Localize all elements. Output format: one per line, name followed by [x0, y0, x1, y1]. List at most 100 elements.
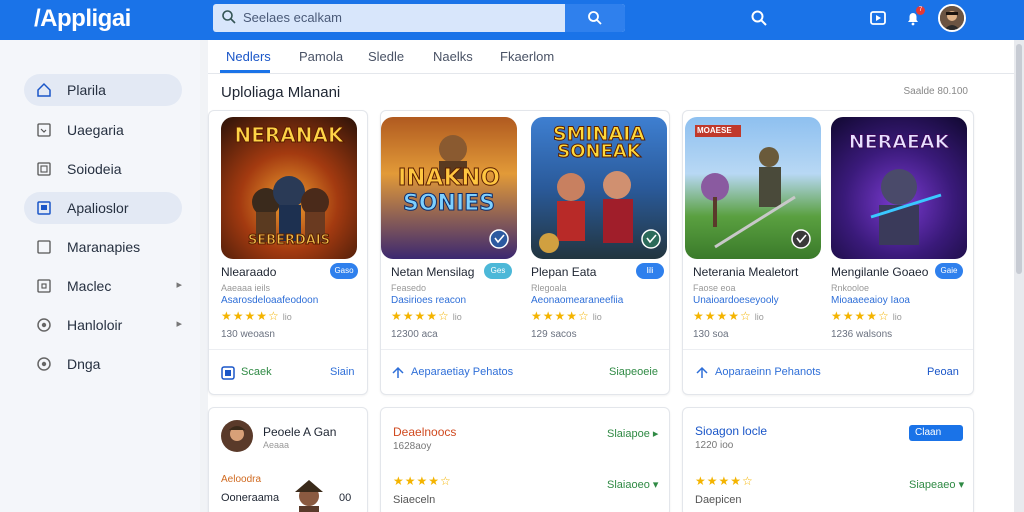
circle-icon — [37, 318, 51, 332]
tab-fkaerlom[interactable]: Fkaerlom — [500, 49, 554, 64]
search-bar[interactable]: Seelaes ecalkam — [213, 4, 625, 32]
tab-bar: Nedlers Pamola Sledle Naelks Fkaerlom — [208, 40, 1014, 74]
tab-naelks[interactable]: Naelks — [433, 49, 473, 64]
app-subtitle: Mioaaeeaioy Iaoa — [831, 295, 910, 306]
sidebar-item-uaegaria[interactable]: Uaegaria — [24, 114, 182, 146]
install-pill[interactable]: Gaie — [935, 263, 963, 279]
share-icon[interactable] — [391, 366, 405, 380]
list-card-tag-secondary[interactable]: Siapeaeo ▾ — [909, 478, 964, 491]
tab-pamola[interactable]: Pamola — [299, 49, 343, 64]
action-right[interactable]: Siain — [330, 366, 354, 378]
app-subtitle: Unaioardoeseyooly — [693, 295, 779, 306]
chevron-right-icon[interactable]: ▸ — [176, 278, 182, 291]
chevron-down-icon: ▾ — [958, 479, 965, 491]
sidebar-item-soiodeia[interactable]: Soiodeia — [24, 153, 182, 185]
search-button[interactable] — [565, 4, 625, 32]
sidebar-item-dnga[interactable]: Dnga — [24, 348, 182, 380]
notification-badge: 7 — [916, 6, 925, 15]
art-subtitle: SONIES — [402, 191, 496, 217]
share-icon[interactable] — [695, 366, 709, 380]
tag-label: Siapeaeo — [909, 479, 956, 491]
card-divider — [209, 349, 367, 350]
sidebar-item-label: Maclec — [67, 278, 112, 294]
install-pill[interactable]: Ges — [484, 263, 512, 279]
list-card-line: Siaeceln — [393, 494, 436, 506]
list-card-line: Daepicen — [695, 494, 742, 506]
app-artwork[interactable]: NERAEAK — [831, 117, 967, 259]
scrollbar-thumb[interactable] — [1016, 44, 1022, 274]
list-card-tag-secondary[interactable]: Slaiaoeo ▾ — [607, 478, 658, 491]
list-card-button[interactable]: Claan — [909, 425, 963, 441]
list-card-line: Ooneraama — [221, 492, 280, 504]
square-icon — [37, 240, 51, 254]
app-name[interactable]: Plepan Eata — [531, 265, 596, 279]
search-icon — [222, 10, 236, 24]
tab-nedlers[interactable]: Nedlers — [226, 49, 271, 64]
app-artwork[interactable]: NERANAK SEBERDAIS — [221, 117, 357, 259]
sidebar-item-maclec[interactable]: Maclec ▸ — [24, 270, 182, 302]
app-name[interactable]: Mengilanle Goaeo — [831, 265, 928, 279]
sidebar-item-label: Soiodeia — [67, 161, 122, 177]
app-logo[interactable]: /Appligai — [34, 5, 131, 33]
active-tab-indicator — [220, 70, 270, 73]
search-icon — [588, 11, 602, 25]
list-card-subtitle: 1220 ioo — [695, 440, 734, 451]
rating-count: lio — [892, 312, 902, 322]
tag-label: Slaiaoeo — [607, 479, 650, 491]
media-icon[interactable] — [869, 9, 887, 27]
card-divider — [683, 349, 973, 350]
app-name[interactable]: Netan Mensilag — [391, 265, 474, 279]
chevron-right-icon[interactable]: ▸ — [176, 317, 182, 330]
star-rating: ★★★★☆ — [695, 474, 754, 488]
install-pill[interactable]: Gaso — [330, 263, 358, 279]
action-left[interactable]: Scaek — [241, 366, 272, 378]
list-card[interactable]: Peoele A Gan Aeaaa Aeloodra Ooneraama 00 — [208, 407, 368, 512]
chevron-down-icon: ▾ — [652, 479, 659, 491]
game-art-icon — [695, 125, 811, 249]
user-portrait-icon — [940, 6, 964, 30]
app-artwork[interactable]: MOAESE — [685, 117, 821, 259]
app-icon — [37, 201, 51, 215]
install-pill[interactable]: lili — [636, 263, 664, 279]
star-rating: ★★★★☆ lio — [391, 309, 462, 323]
rating-count: lio — [452, 312, 462, 322]
action-left[interactable]: Aoparaeinn Pehanots — [715, 366, 821, 378]
art-title: NERANAK — [234, 123, 344, 148]
app-downloads: 1236 walsons — [831, 329, 893, 340]
tab-sledle[interactable]: Sledle — [368, 49, 404, 64]
app-name[interactable]: Nlearaado — [221, 265, 276, 279]
character-avatar-icon — [227, 426, 247, 441]
list-card[interactable]: Sioagon locle 1220 ioo Claan ★★★★☆ Siape… — [682, 407, 974, 512]
sidebar-item-maranapies[interactable]: Maranapies — [24, 231, 182, 263]
search-input[interactable]: Seelaes ecalkam — [243, 10, 342, 25]
art-title: NERAEAK — [848, 131, 950, 154]
app-downloads: 129 sacos — [531, 329, 577, 340]
list-card[interactable]: Deaelnoocs 1628aoy Slaiapoe ▸ ★★★★☆ Slai… — [380, 407, 670, 512]
image-icon — [37, 123, 51, 137]
app-subtitle: Asarosdeloaafeodoon — [221, 295, 319, 306]
sidebar-item-hanloloir[interactable]: Hanloloir ▸ — [24, 309, 182, 341]
app-downloads: 130 weoasn — [221, 329, 275, 340]
art-title: INAKNO — [397, 165, 501, 192]
app-artwork[interactable]: SMINAIA SONEAK — [531, 117, 667, 259]
app-downloads: 12300 aca — [391, 329, 438, 340]
sidebar-item-label: Uaegaria — [67, 122, 124, 138]
search-icon[interactable] — [750, 9, 768, 27]
user-avatar[interactable] — [938, 4, 966, 32]
home-icon — [37, 82, 51, 97]
rating-count: lio — [282, 312, 292, 322]
app-developer: Feasedo — [391, 283, 427, 293]
app-card[interactable]: NERANAK SEBERDAIS Nlearaado Gaso Aaeaaa … — [208, 110, 368, 395]
star-rating: ★★★★☆ lio — [531, 309, 602, 323]
app-icon[interactable] — [221, 366, 235, 380]
sidebar-item-plarila[interactable]: Plarila — [24, 74, 182, 106]
section-meta: Saalde 80.100 — [903, 86, 968, 97]
action-left[interactable]: Aeparaetiay Pehatos — [411, 366, 513, 378]
action-right[interactable]: Siapeoeie — [609, 366, 658, 378]
app-artwork[interactable]: INAKNO SONIES — [381, 117, 517, 259]
list-card-title: Sioagon locle — [695, 424, 768, 438]
action-right[interactable]: Peoan — [927, 366, 959, 378]
list-card-tag[interactable]: Slaiapoe ▸ — [607, 427, 658, 440]
app-name[interactable]: Neterania Mealetort — [693, 265, 798, 279]
sidebar-item-apalioslor[interactable]: Apalioslor — [24, 192, 182, 224]
